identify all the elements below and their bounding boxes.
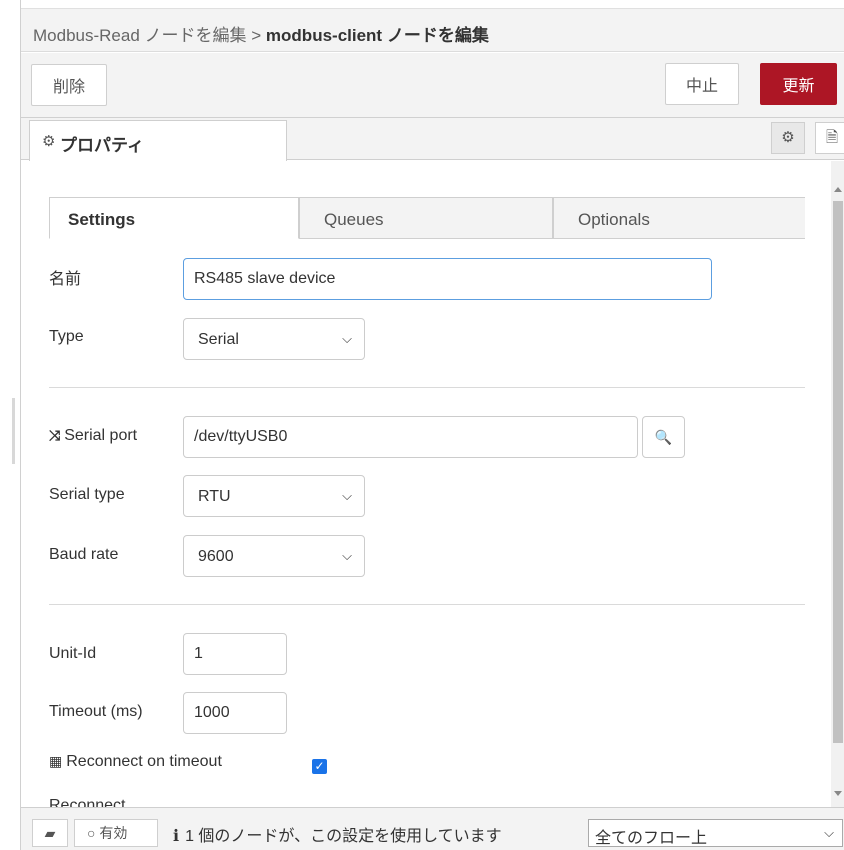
scroll-down-icon[interactable]: [834, 791, 842, 796]
scrollbar-thumb[interactable]: [833, 201, 843, 743]
scroll-up-icon[interactable]: [834, 187, 842, 192]
baud-rate-select[interactable]: 9600 ⌵: [183, 535, 365, 577]
name-input[interactable]: [183, 258, 712, 300]
subtab-settings[interactable]: Settings: [49, 197, 299, 239]
divider: [49, 604, 805, 605]
serial-port-label: ⤨ Serial port: [49, 427, 137, 445]
reconnect-label: Reconnect: [49, 797, 126, 807]
serial-port-input[interactable]: [183, 416, 638, 458]
chevron-down-icon: ⌵: [824, 825, 834, 840]
random-icon: ⤨: [49, 427, 61, 443]
subtab-queues[interactable]: Queues: [299, 197, 553, 239]
serial-type-select-value: RTU: [198, 488, 231, 505]
dialog-footer: ▰ ○ 有効 ℹ 1 個のノードが、この設定を使用しています 全てのフロー上 ⌵: [21, 807, 844, 850]
usage-info-text: 1 個のノードが、この設定を使用しています: [185, 828, 502, 845]
breadcrumb-parent[interactable]: Modbus-Read ノードを編集: [33, 26, 247, 45]
cog-icon: ⚙: [781, 129, 795, 146]
dialog-toolbar: 削除 中止 更新: [21, 53, 844, 118]
edit-dialog: Modbus-Read ノードを編集 > modbus-client ノードを編…: [20, 0, 844, 850]
reconnect-on-timeout-checkbox[interactable]: ✓: [312, 759, 327, 774]
type-select[interactable]: Serial ⌵: [183, 318, 365, 360]
tab-properties-label: プロパティ: [60, 136, 144, 155]
unit-id-label: Unit-Id: [49, 645, 97, 662]
book-icon: ▰: [44, 825, 56, 841]
scope-select[interactable]: 全てのフロー上 ⌵: [588, 819, 843, 847]
search-icon: 🔍: [654, 429, 673, 445]
tab-description-icon[interactable]: 🗎: [815, 122, 844, 154]
enable-toggle[interactable]: ○ 有効: [74, 819, 158, 847]
type-label: Type: [49, 328, 84, 345]
delete-button[interactable]: 削除: [31, 64, 107, 106]
update-button[interactable]: 更新: [760, 63, 837, 105]
circle-icon: ○: [87, 825, 96, 841]
unit-id-input[interactable]: [183, 633, 287, 675]
document-icon: 🗎: [825, 129, 839, 146]
breadcrumb-current: modbus-client ノードを編集: [265, 26, 489, 45]
breadcrumb-separator: >: [251, 26, 262, 45]
name-label: 名前: [49, 271, 82, 288]
divider: [49, 387, 805, 388]
workspace-edge: [0, 0, 20, 850]
scope-select-value: 全てのフロー上: [595, 830, 708, 847]
subtab-optionals[interactable]: Optionals: [553, 197, 805, 239]
th-icon: ▦: [49, 753, 63, 769]
baud-rate-label: Baud rate: [49, 546, 119, 563]
subtab-bar: Settings Queues Optionals: [49, 197, 805, 239]
type-select-value: Serial: [198, 331, 239, 348]
cog-icon: ⚙: [42, 133, 56, 150]
dialog-titlebar: Modbus-Read ノードを編集 > modbus-client ノードを編…: [21, 8, 844, 52]
properties-content: Settings Queues Optionals 名前 Type Serial…: [21, 161, 831, 807]
search-port-button[interactable]: 🔍: [642, 416, 685, 458]
breadcrumb: Modbus-Read ノードを編集 > modbus-client ノードを編…: [33, 21, 489, 46]
timeout-input[interactable]: [183, 692, 287, 734]
tab-bar: ⚙ プロパティ ⚙ 🗎: [21, 118, 844, 161]
cancel-button[interactable]: 中止: [665, 63, 739, 105]
reconnect-on-timeout-label: ▦ Reconnect on timeout: [49, 753, 222, 771]
baud-rate-select-value: 9600: [198, 548, 234, 565]
usage-info: ℹ 1 個のノードが、この設定を使用しています: [173, 822, 502, 846]
enable-toggle-label: 有効: [99, 825, 128, 841]
tab-properties[interactable]: ⚙ プロパティ: [29, 120, 287, 161]
timeout-label: Timeout (ms): [49, 703, 143, 720]
node-help-button[interactable]: ▰: [32, 819, 68, 847]
chevron-down-icon: ⌵: [342, 548, 352, 563]
scrollbar[interactable]: [831, 161, 844, 807]
serial-type-select[interactable]: RTU ⌵: [183, 475, 365, 517]
serial-type-label: Serial type: [49, 486, 125, 503]
reconnect-on-timeout-text: Reconnect on timeout: [66, 753, 222, 770]
serial-port-label-text: Serial port: [64, 427, 138, 444]
info-icon: ℹ: [173, 828, 180, 845]
resize-handle[interactable]: [12, 398, 15, 464]
tab-settings-icon[interactable]: ⚙: [771, 122, 805, 154]
chevron-down-icon: ⌵: [342, 331, 352, 346]
chevron-down-icon: ⌵: [342, 488, 352, 503]
